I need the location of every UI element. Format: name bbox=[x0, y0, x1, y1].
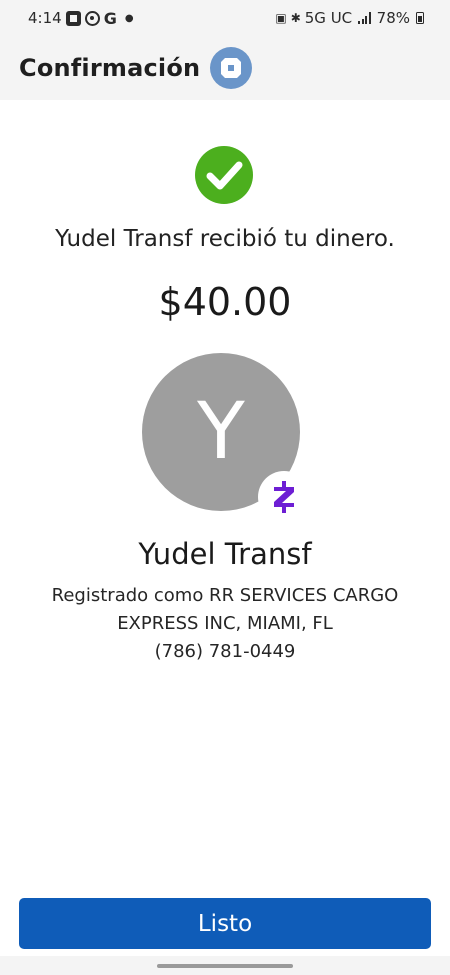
transfer-amount: $40.00 bbox=[158, 280, 292, 324]
page-title: Confirmación bbox=[19, 54, 201, 82]
done-button[interactable]: Listo bbox=[19, 898, 431, 949]
zelle-badge bbox=[258, 471, 310, 523]
status-right: ▣ ✱ 5G UC 78% bbox=[275, 9, 424, 27]
bluetooth-icon: ✱ bbox=[290, 11, 301, 25]
registered-as: Registrado como RR SERVICES CARGO EXPRES… bbox=[51, 585, 399, 634]
navigation-bar bbox=[0, 956, 450, 975]
status-left: 4:14 G ● bbox=[28, 9, 134, 28]
chase-logo-icon bbox=[210, 47, 253, 89]
home-indicator[interactable] bbox=[157, 964, 293, 968]
screen: 4:14 G ● ▣ ✱ 5G UC 78% Confirmación Yude… bbox=[0, 0, 450, 975]
header: Confirmación bbox=[0, 36, 450, 100]
avatar-initial: Y bbox=[197, 387, 245, 477]
nfc-icon: ▣ bbox=[275, 11, 287, 25]
recipient-details: Registrado como RR SERVICES CARGO EXPRES… bbox=[0, 582, 450, 666]
confirmation-message: Yudel Transf recibió tu dinero. bbox=[55, 226, 395, 252]
battery-percent: 78% bbox=[376, 9, 410, 27]
status-time: 4:14 bbox=[28, 9, 62, 27]
more-notifications-icon: ● bbox=[124, 12, 134, 24]
recipient-name: Yudel Transf bbox=[138, 537, 312, 571]
chase-app-icon bbox=[65, 10, 81, 26]
signal-icon bbox=[358, 12, 371, 24]
google-icon: G bbox=[103, 8, 117, 28]
notification-icon bbox=[84, 10, 100, 26]
recipient-phone: (786) 781-0449 bbox=[154, 641, 296, 662]
zelle-icon bbox=[274, 481, 294, 513]
network-label: 5G UC bbox=[304, 9, 353, 27]
success-check-icon bbox=[195, 146, 253, 204]
battery-icon bbox=[416, 12, 424, 24]
status-bar: 4:14 G ● ▣ ✱ 5G UC 78% bbox=[0, 0, 450, 36]
